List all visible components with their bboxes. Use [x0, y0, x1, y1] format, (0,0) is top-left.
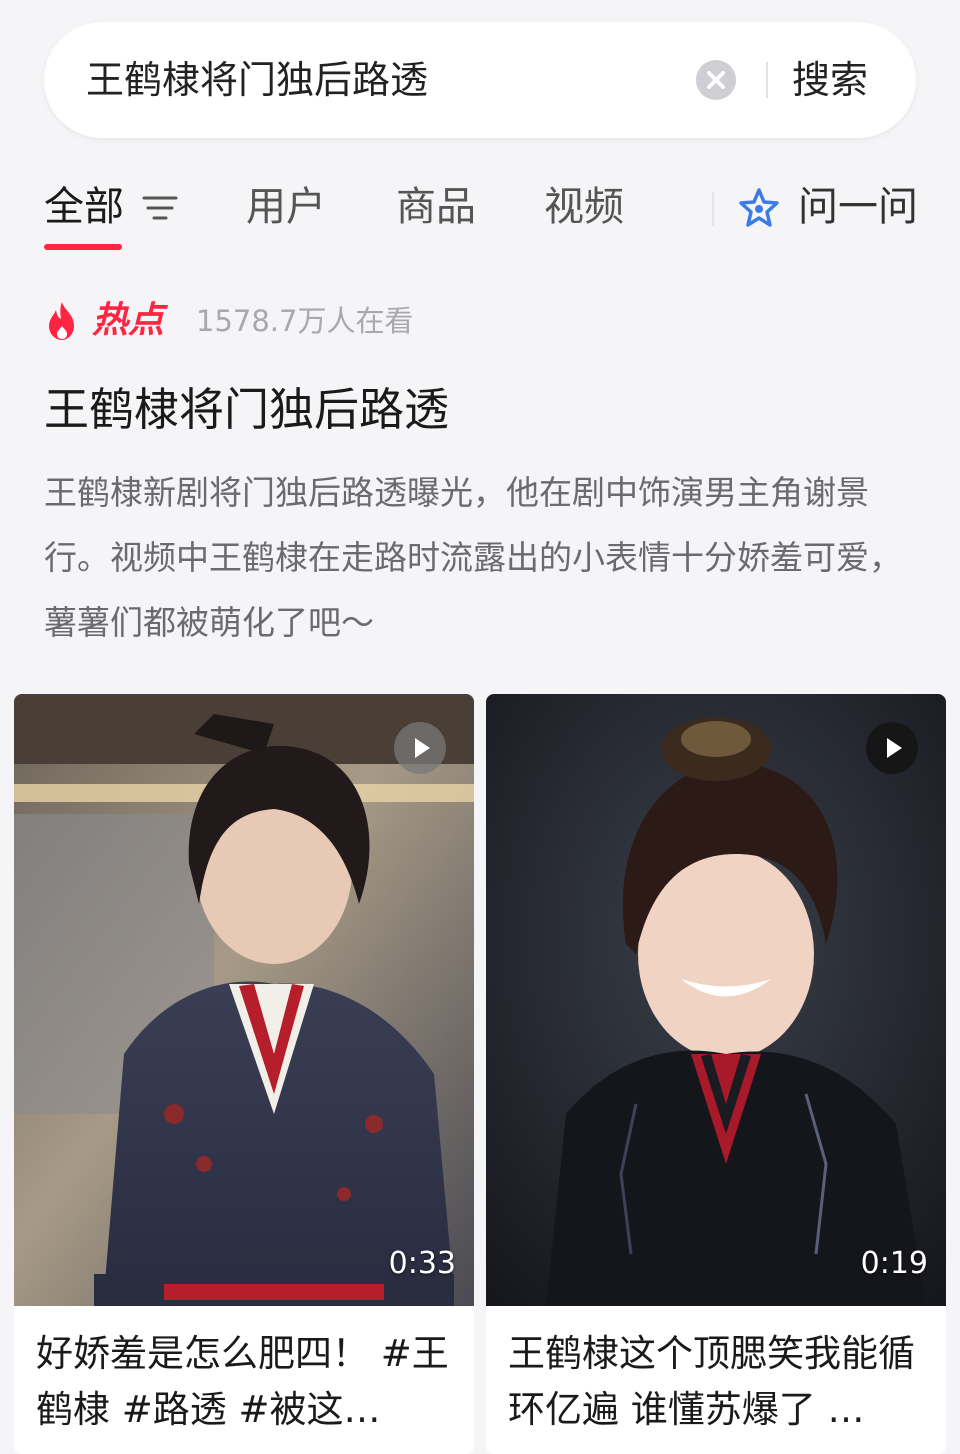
card-title[interactable]: 好娇羞是怎么肥四！ #王鹤棣 #路透 #被这… — [36, 1326, 456, 1438]
search-divider — [766, 62, 768, 98]
video-card[interactable]: 0:33 好娇羞是怎么肥四！ #王鹤棣 #路透 #被这… — [14, 694, 474, 1454]
tab-goods[interactable]: 商品 — [396, 182, 476, 232]
video-duration: 0:33 — [388, 1246, 456, 1281]
active-tab-indicator — [44, 244, 122, 250]
tab-ask[interactable]: 问一问 — [798, 182, 918, 232]
video-thumbnail[interactable]: 0:33 — [14, 694, 474, 1306]
hot-header: 热点 1578.7万人在看 — [44, 296, 904, 346]
clear-icon[interactable] — [696, 60, 736, 100]
filter-icon[interactable] — [142, 194, 178, 222]
card-title[interactable]: 王鹤棣这个顶腮笑我能循环亿遍 谁懂苏爆了 … — [508, 1326, 928, 1438]
hot-badge: 热点 — [92, 300, 165, 341]
search-button[interactable]: 搜索 — [792, 56, 868, 104]
video-thumbnail[interactable]: 0:19 — [486, 694, 946, 1306]
viewer-count: 1578.7万人在看 — [196, 304, 414, 338]
search-input[interactable]: 王鹤棣将门独后路透 — [86, 56, 646, 104]
tab-all[interactable]: 全部 — [44, 182, 124, 232]
hot-description: 王鹤棣新剧将门独后路透曝光，他在剧中饰演男主角谢景行。视频中王鹤棣在走路时流露出… — [44, 473, 902, 642]
video-duration: 0:19 — [860, 1246, 928, 1281]
search-bar: 王鹤棣将门独后路透 搜索 — [44, 22, 916, 138]
tab-videos[interactable]: 视频 — [544, 182, 624, 232]
hot-title[interactable]: 王鹤棣将门独后路透 — [44, 378, 924, 442]
tab-bar: 全部 用户 商品 视频 问一问 — [0, 176, 960, 256]
flame-icon — [49, 302, 74, 340]
play-icon[interactable] — [866, 722, 918, 774]
video-card[interactable]: 0:19 王鹤棣这个顶腮笑我能循环亿遍 谁懂苏爆了 … — [486, 694, 946, 1454]
tab-divider — [712, 192, 714, 226]
ask-star-icon[interactable] — [736, 186, 782, 232]
tab-users[interactable]: 用户 — [246, 182, 326, 232]
play-icon[interactable] — [394, 722, 446, 774]
